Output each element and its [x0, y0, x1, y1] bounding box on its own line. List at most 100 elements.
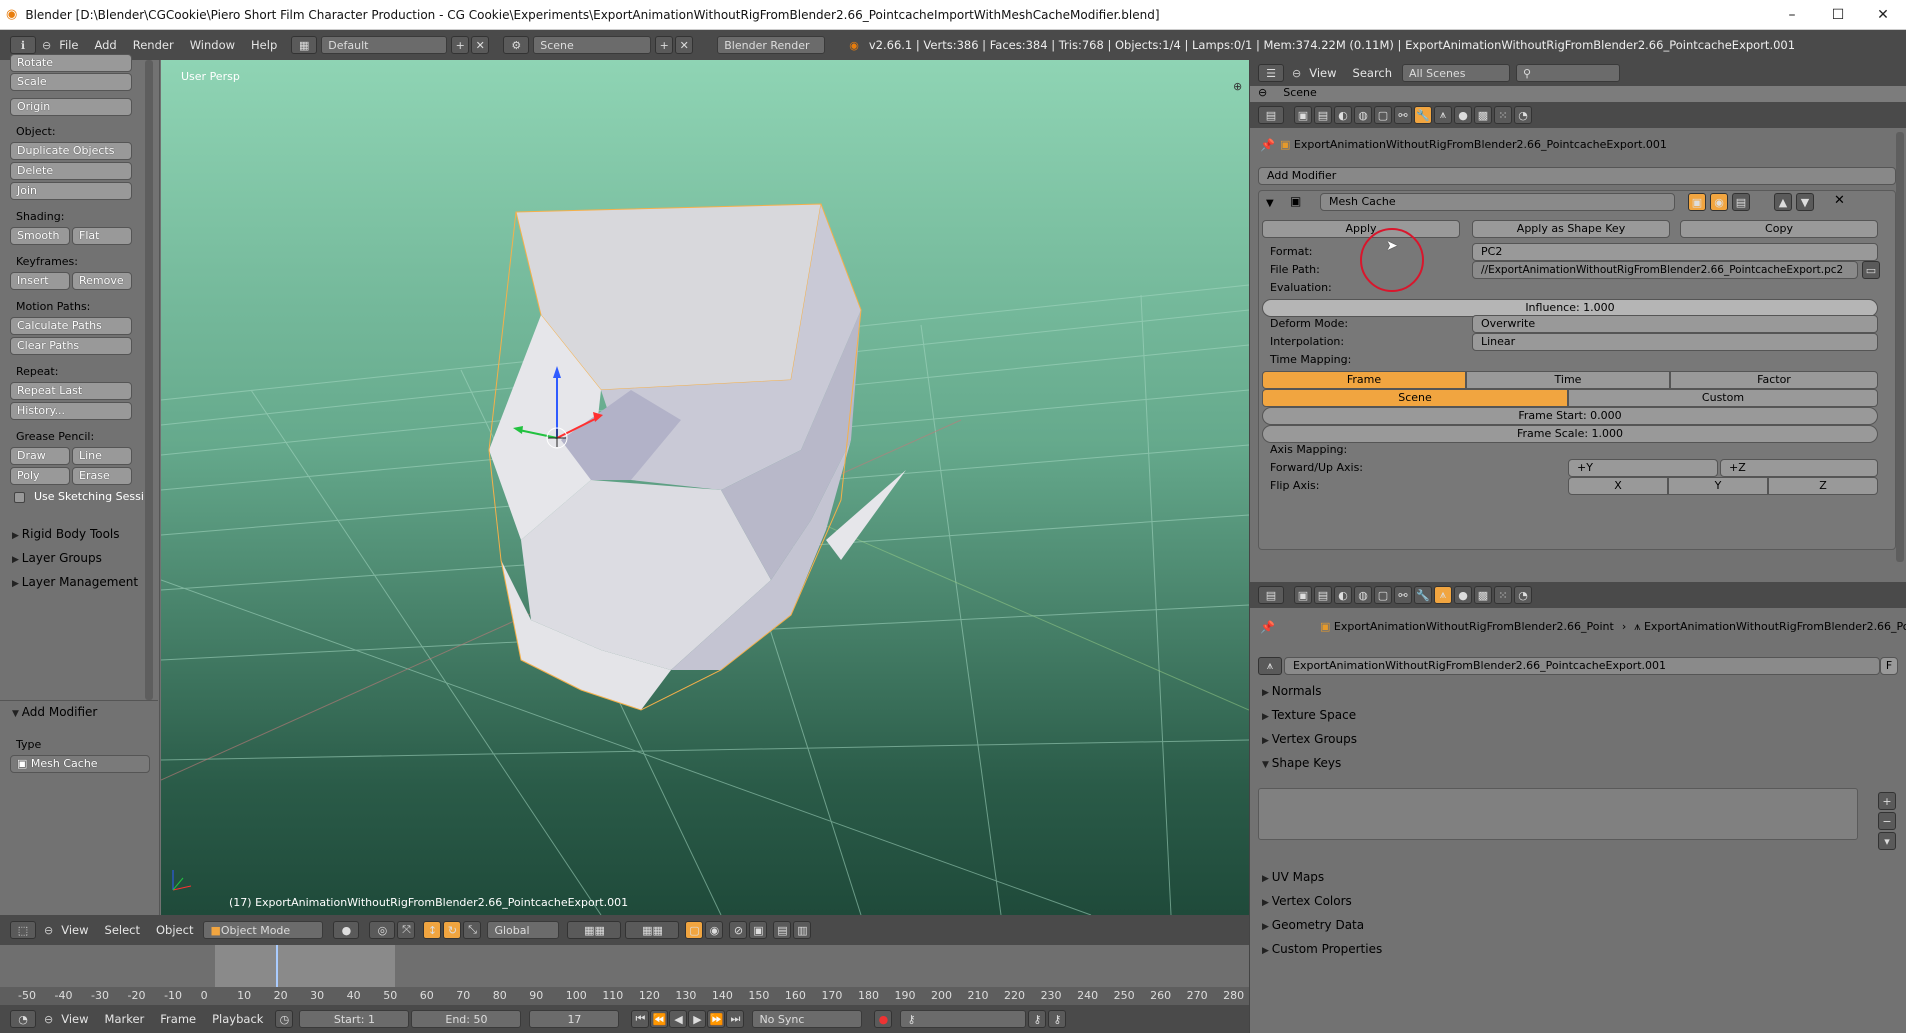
play-mode-scene[interactable]: Scene: [1262, 389, 1568, 407]
outliner-search-input[interactable]: ⚲: [1516, 64, 1621, 82]
prev-key-icon[interactable]: ⏪: [650, 1010, 669, 1028]
screen-layout-icon[interactable]: ▦: [291, 36, 318, 54]
mesh-object[interactable]: [488, 203, 906, 711]
collapse-menu-icon[interactable]: ⊖: [44, 924, 53, 937]
flip-x-toggle[interactable]: X: [1568, 477, 1668, 495]
scene-tab-icon[interactable]: ◐: [1334, 586, 1352, 604]
orientation-select[interactable]: Global: [487, 921, 560, 939]
menu-view[interactable]: View: [61, 1012, 88, 1026]
panel-layer-management[interactable]: ▶ Layer Management: [0, 571, 158, 593]
menu-playback[interactable]: Playback: [212, 1012, 263, 1026]
remove-shape-key-icon[interactable]: −: [1878, 812, 1896, 830]
menu-search[interactable]: Search: [1353, 66, 1393, 80]
join-button[interactable]: Join: [10, 182, 132, 200]
preview-range-icon[interactable]: ◷: [275, 1010, 294, 1028]
scrollbar[interactable]: [1896, 132, 1904, 562]
calculate-paths-button[interactable]: Calculate Paths: [10, 317, 132, 335]
minimize-button[interactable]: –: [1769, 0, 1815, 30]
snap-icon[interactable]: ⊘: [729, 921, 748, 939]
texture-tab-icon[interactable]: ▩: [1474, 106, 1492, 124]
collapse-menu-icon[interactable]: ⊖: [42, 39, 51, 52]
flip-y-toggle[interactable]: Y: [1668, 477, 1768, 495]
section-normals[interactable]: ▶ Normals: [1262, 684, 1321, 698]
keying-set-field[interactable]: ⚷: [900, 1010, 1027, 1028]
play-icon[interactable]: ▶: [688, 1010, 707, 1028]
duplicate-objects-button[interactable]: Duplicate Objects: [10, 142, 132, 160]
folder-icon[interactable]: ▭: [1862, 261, 1880, 279]
maximize-button[interactable]: ☐: [1815, 0, 1861, 30]
render-icon[interactable]: ▤: [773, 921, 792, 939]
apply-button[interactable]: Apply: [1262, 220, 1460, 238]
repeat-last-button[interactable]: Repeat Last: [10, 382, 132, 400]
record-icon[interactable]: ●: [874, 1010, 893, 1028]
mesh-data-icon[interactable]: ⩚: [1258, 657, 1282, 675]
menu-frame[interactable]: Frame: [160, 1012, 196, 1026]
play-mode-custom[interactable]: Custom: [1568, 389, 1878, 407]
section-texture-space[interactable]: ▶ Texture Space: [1262, 708, 1356, 722]
smooth-button[interactable]: Smooth: [10, 227, 70, 245]
start-frame-field[interactable]: Start: 1: [299, 1010, 410, 1028]
mode-select[interactable]: ■ Object Mode: [203, 921, 324, 939]
render-anim-icon[interactable]: ▥: [793, 921, 812, 939]
render-toggle-icon[interactable]: ▣: [1688, 193, 1706, 211]
remove-modifier-icon[interactable]: ✕: [1834, 193, 1845, 208]
render-tab-icon[interactable]: ▣: [1294, 106, 1312, 124]
mesh-name-input[interactable]: ExportAnimationWithoutRigFromBlender2.66…: [1284, 657, 1880, 675]
lock-camera-icon[interactable]: ▢: [685, 921, 704, 939]
properties-region-toggle-icon[interactable]: ⊕: [1233, 80, 1242, 93]
insert-keyframe-button[interactable]: Insert: [10, 272, 70, 290]
texture-tab-icon[interactable]: ▩: [1474, 586, 1492, 604]
collapse-menu-icon[interactable]: ⊖: [44, 1013, 53, 1026]
layers-tab-icon[interactable]: ▤: [1314, 586, 1332, 604]
viewport-shading-icon[interactable]: ●: [333, 921, 360, 939]
menu-window[interactable]: Window: [190, 38, 235, 52]
section-geometry-data[interactable]: ▶ Geometry Data: [1262, 918, 1364, 932]
play-reverse-icon[interactable]: ◀: [669, 1010, 688, 1028]
panel-add-modifier-operator[interactable]: ▼ Add Modifier: [0, 701, 158, 723]
section-vertex-groups[interactable]: ▶ Vertex Groups: [1262, 732, 1357, 746]
next-key-icon[interactable]: ⏩: [707, 1010, 726, 1028]
menu-select[interactable]: Select: [105, 923, 140, 937]
format-select[interactable]: PC2: [1472, 243, 1878, 261]
sync-select[interactable]: No Sync: [752, 1010, 863, 1028]
object-tab-icon[interactable]: ▢: [1374, 586, 1392, 604]
origin-button[interactable]: Origin: [10, 98, 132, 116]
menu-file[interactable]: File: [59, 38, 78, 52]
copy-button[interactable]: Copy: [1680, 220, 1878, 238]
clear-paths-button[interactable]: Clear Paths: [10, 337, 132, 355]
particles-tab-icon[interactable]: ⁙: [1494, 586, 1512, 604]
modifier-name-input[interactable]: Mesh Cache: [1320, 193, 1675, 211]
frame-scale-field[interactable]: Frame Scale: 1.000: [1262, 425, 1878, 443]
apply-as-shape-key-button[interactable]: Apply as Shape Key: [1472, 220, 1670, 238]
sketching-checkbox[interactable]: [14, 492, 25, 503]
translate-icon[interactable]: ↕: [423, 921, 442, 939]
render-tab-icon[interactable]: ▣: [1294, 586, 1312, 604]
forward-axis-select[interactable]: +Y: [1568, 459, 1718, 477]
move-down-icon[interactable]: ▼: [1796, 193, 1814, 211]
scale-icon[interactable]: ⤡: [463, 921, 482, 939]
outliner-row-scene[interactable]: ⊖ Scene: [1250, 86, 1906, 102]
layers-tab-icon[interactable]: ▤: [1314, 106, 1332, 124]
render-engine-select[interactable]: Blender Render: [717, 36, 826, 54]
section-custom-properties[interactable]: ▶ Custom Properties: [1262, 942, 1382, 956]
frame-start-field[interactable]: Frame Start: 0.000: [1262, 407, 1878, 425]
timeline[interactable]: -50 -40 -30 -20 -10 0 10 20 30 40 50 60 70 80 90 100 110…: [0, 945, 1249, 1005]
menu-view[interactable]: View: [1309, 66, 1336, 80]
panel-rigid-body-tools[interactable]: ▶ Rigid Body Tools: [0, 523, 158, 545]
section-vertex-colors[interactable]: ▶ Vertex Colors: [1262, 894, 1352, 908]
editor-type-icon[interactable]: ☰: [1258, 64, 1284, 82]
filepath-input[interactable]: //ExportAnimationWithoutRigFromBlender2.…: [1472, 261, 1858, 279]
rotate-button[interactable]: Rotate: [10, 54, 132, 72]
collapse-triangle-icon[interactable]: ▼: [1266, 198, 1274, 209]
close-window-button[interactable]: ✕: [1860, 0, 1906, 30]
section-shape-keys[interactable]: ▼ Shape Keys: [1262, 756, 1341, 770]
add-scene-icon[interactable]: +: [655, 36, 674, 54]
delete-key-icon[interactable]: ⚷: [1048, 1010, 1067, 1028]
shape-key-menu-icon[interactable]: ▾: [1878, 832, 1896, 850]
collapse-menu-icon[interactable]: ⊖: [1292, 67, 1301, 80]
modifiers-tab-icon[interactable]: 🔧: [1414, 586, 1432, 604]
jump-end-icon[interactable]: ⏭: [726, 1010, 745, 1028]
editor-type-icon[interactable]: ▤: [1258, 586, 1284, 604]
end-frame-field[interactable]: End: 50: [411, 1010, 522, 1028]
scrollbar[interactable]: [145, 60, 153, 700]
